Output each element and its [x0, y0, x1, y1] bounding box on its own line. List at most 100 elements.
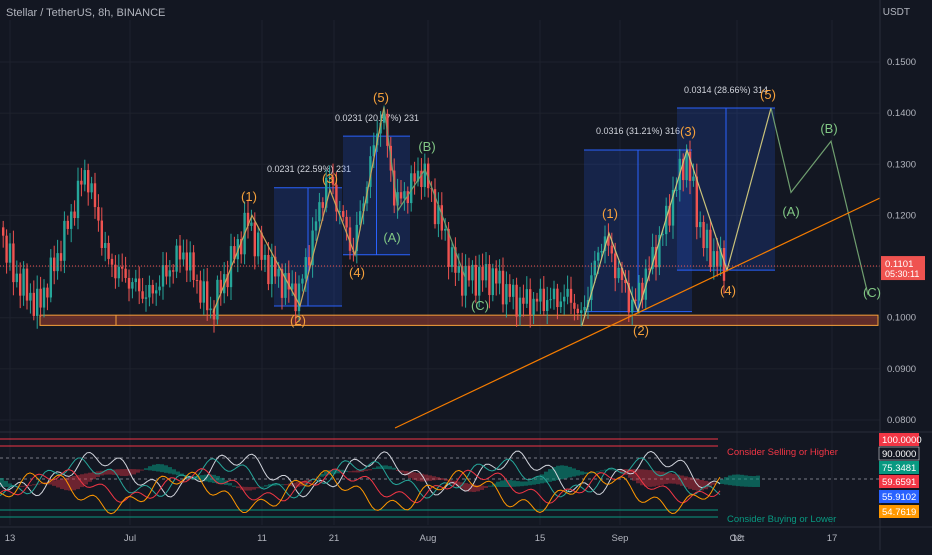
candle-body — [515, 284, 518, 317]
currency-label: USDT — [882, 7, 910, 18]
candle-body — [263, 254, 267, 260]
candle-body — [36, 288, 39, 316]
candle-body — [301, 278, 304, 284]
candle-body — [209, 308, 212, 311]
osc-cloud — [596, 471, 600, 473]
candle-body — [93, 183, 97, 208]
candle-body — [46, 287, 49, 298]
osc-cloud — [736, 474, 740, 487]
candle-body — [695, 176, 698, 228]
candle-body — [593, 260, 596, 276]
osc-cloud — [740, 474, 744, 487]
candle-body — [267, 254, 270, 285]
candle-body — [8, 243, 12, 263]
wave-label-corrective: (A) — [782, 204, 799, 219]
candle-body — [597, 252, 600, 261]
candle-body — [610, 245, 613, 254]
osc-cloud — [648, 470, 652, 487]
candle-body — [199, 280, 202, 303]
osc-cloud — [140, 469, 144, 471]
osc-cloud — [364, 469, 368, 471]
candle-body — [716, 251, 719, 267]
x-tick-label: 11 — [257, 533, 267, 544]
osc-cloud — [124, 469, 128, 477]
osc-cloud — [88, 472, 92, 482]
osc-cloud — [660, 471, 664, 485]
osc-cloud — [748, 475, 752, 487]
candle-body — [542, 288, 545, 312]
candle-body — [73, 211, 76, 219]
osc-cloud — [496, 481, 500, 487]
osc-cloud — [752, 476, 756, 487]
bar-countdown: 05:30:11 — [885, 269, 919, 279]
osc-cloud — [568, 466, 572, 478]
candle-body — [165, 265, 168, 277]
candle-body — [549, 299, 552, 301]
osc-cloud — [84, 473, 88, 485]
osc-value-label: 100.0000 — [882, 435, 922, 446]
osc-cloud — [232, 485, 236, 487]
osc-cloud — [4, 480, 8, 487]
osc-cloud — [724, 477, 728, 485]
osc-cloud — [32, 484, 36, 486]
candle-body — [600, 250, 603, 253]
x-tick-label: 21 — [329, 533, 340, 544]
candle-body — [512, 284, 515, 297]
candle-body — [25, 268, 29, 301]
osc-value-label: 59.6591 — [882, 477, 916, 488]
wave-label-impulse: (4) — [720, 283, 736, 298]
osc-value-label: 75.3481 — [882, 463, 916, 474]
wave-label-impulse: (2) — [633, 323, 649, 338]
osc-cloud — [164, 465, 168, 473]
osc-cloud — [208, 474, 212, 483]
osc-cloud — [388, 466, 392, 470]
osc-cloud — [284, 484, 288, 486]
osc-cloud — [656, 471, 660, 486]
osc-cloud — [248, 486, 252, 491]
price-chart[interactable]: 0.0231 (22.59%) 2310.0231 (20.57%) 2310.… — [0, 0, 932, 550]
candle-body — [569, 288, 573, 303]
candle-body — [488, 264, 491, 296]
candle-body — [345, 216, 348, 228]
candle-body — [178, 245, 182, 260]
candle-body — [83, 170, 86, 185]
candle-body — [648, 268, 651, 270]
candle-body — [308, 257, 311, 266]
candle-body — [42, 287, 46, 308]
candle-body — [709, 229, 712, 267]
wave-label-impulse: (1) — [241, 189, 257, 204]
candle-body — [80, 180, 83, 185]
candle-body — [495, 268, 498, 284]
osc-cloud — [148, 466, 152, 471]
candle-body — [131, 282, 134, 289]
osc-cloud — [436, 477, 440, 480]
osc-cloud — [672, 473, 676, 484]
osc-cloud — [532, 479, 536, 485]
osc-cloud — [484, 486, 488, 488]
osc-cloud — [524, 481, 528, 486]
candle-body — [699, 221, 702, 228]
osc-cloud — [144, 468, 148, 470]
candle-body — [583, 306, 586, 311]
osc-cloud — [376, 466, 380, 470]
osc-cloud — [392, 467, 396, 470]
osc-cloud — [428, 475, 432, 481]
osc-cloud — [160, 464, 164, 473]
y-tick-label: 0.1500 — [887, 57, 916, 68]
candle-body — [532, 298, 535, 315]
candle-body — [692, 176, 695, 181]
candle-body — [257, 232, 260, 257]
candle-body — [403, 191, 406, 199]
osc-cloud — [372, 467, 376, 470]
candle-body — [29, 292, 32, 301]
osc-cloud — [444, 478, 448, 481]
osc-cloud — [720, 479, 724, 484]
candle-body — [573, 302, 576, 309]
candle-body — [189, 252, 192, 271]
osc-cloud — [252, 486, 256, 490]
candle-body — [297, 283, 301, 312]
candle-body — [56, 253, 59, 272]
candle-body — [134, 278, 137, 283]
candle-body — [138, 278, 141, 292]
osc-cloud — [52, 480, 56, 486]
